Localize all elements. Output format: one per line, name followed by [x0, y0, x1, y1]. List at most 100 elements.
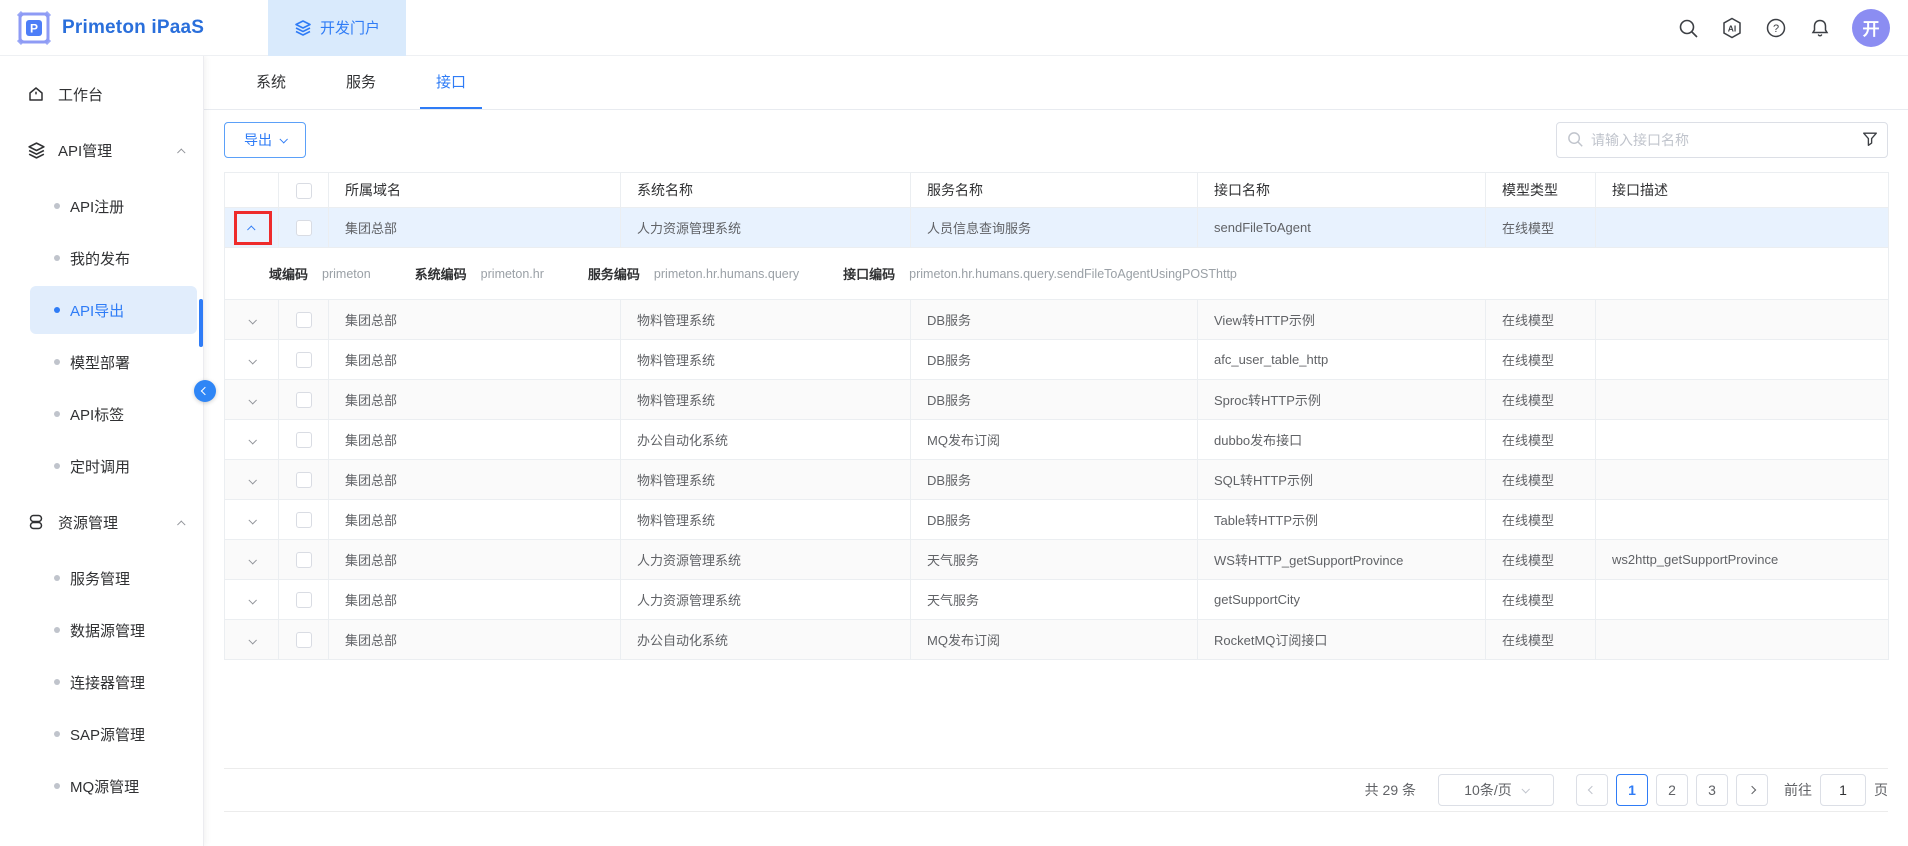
layers-icon [294, 19, 312, 37]
dot-icon [54, 203, 60, 209]
sidebar-item-service-mgmt[interactable]: 服务管理 [30, 554, 197, 602]
expand-row-icon[interactable] [249, 472, 255, 487]
row-checkbox[interactable] [296, 432, 312, 448]
expand-row-icon[interactable] [249, 432, 255, 447]
sidebar-item-label: MQ源管理 [70, 776, 139, 797]
sidebar-nav: 工作台 API管理 API注册 我的发布 API导出 模型部署 API标签 定时… [0, 56, 204, 846]
chevron-up-icon [179, 142, 203, 159]
row-checkbox[interactable] [296, 472, 312, 488]
sidebar-group-label: API管理 [58, 140, 167, 161]
row-checkbox[interactable] [296, 592, 312, 608]
collapse-row-icon[interactable] [249, 220, 255, 235]
table-row[interactable]: 集团总部 人力资源管理系统 天气服务 WS转HTTP_getSupportPro… [225, 540, 1889, 580]
help-icon[interactable]: ? [1764, 16, 1788, 40]
dot-icon [54, 783, 60, 789]
bell-icon[interactable] [1808, 16, 1832, 40]
tab-interface[interactable]: 接口 [420, 56, 482, 109]
sidebar-item-label: 连接器管理 [70, 672, 145, 693]
sidebar-collapse-button[interactable] [194, 380, 216, 402]
col-model: 模型类型 [1486, 173, 1596, 208]
table-row[interactable]: 集团总部 物料管理系统 DB服务 afc_user_table_http 在线模… [225, 340, 1889, 380]
sidebar-scroll-indicator[interactable] [199, 299, 203, 347]
portal-tab-dev[interactable]: 开发门户 [268, 0, 406, 56]
expand-row-icon[interactable] [249, 592, 255, 607]
expand-row-icon[interactable] [249, 552, 255, 567]
sidebar-item-datasource-mgmt[interactable]: 数据源管理 [30, 606, 197, 654]
row-checkbox[interactable] [296, 220, 312, 236]
table-row[interactable]: 集团总部 物料管理系统 DB服务 Table转HTTP示例 在线模型 [225, 500, 1889, 540]
page-size-select[interactable]: 10条/页 [1438, 774, 1554, 806]
table-row[interactable]: 集团总部 物料管理系统 DB服务 Sproc转HTTP示例 在线模型 [225, 380, 1889, 420]
total-count: 共 29 条 [1365, 780, 1416, 800]
col-service: 服务名称 [911, 173, 1198, 208]
table-row[interactable]: 集团总部 办公自动化系统 MQ发布订阅 RocketMQ订阅接口 在线模型 [225, 620, 1889, 660]
sidebar-item-label: 模型部署 [70, 352, 130, 373]
page-button-2[interactable]: 2 [1656, 774, 1688, 806]
sidebar-item-scheduled-call[interactable]: 定时调用 [30, 442, 197, 490]
sidebar-item-sap-source-mgmt[interactable]: SAP源管理 [30, 710, 197, 758]
sidebar-group-resource[interactable]: 资源管理 [0, 494, 203, 550]
system-code-value: primeton.hr [481, 267, 544, 281]
table-row[interactable]: 集团总部 办公自动化系统 MQ发布订阅 dubbo发布接口 在线模型 [225, 420, 1889, 460]
dot-icon [54, 359, 60, 365]
row-checkbox[interactable] [296, 552, 312, 568]
sidebar-item-api-register[interactable]: API注册 [30, 182, 197, 230]
page-size-value: 10条/页 [1464, 780, 1511, 800]
next-page-button[interactable] [1736, 774, 1768, 806]
sidebar-group-api[interactable]: API管理 [0, 122, 203, 178]
chevron-up-icon [179, 514, 203, 531]
select-all-checkbox[interactable] [296, 183, 312, 199]
domain-code-value: primeton [322, 267, 371, 281]
table-row[interactable]: 集团总部 人力资源管理系统 天气服务 getSupportCity 在线模型 [225, 580, 1889, 620]
row-checkbox[interactable] [296, 392, 312, 408]
service-code-label: 服务编码 [588, 264, 640, 283]
sidebar-item-api-export[interactable]: API导出 [30, 286, 197, 334]
chevron-right-icon [1748, 786, 1756, 794]
page-button-3[interactable]: 3 [1696, 774, 1728, 806]
goto-page-input[interactable] [1820, 774, 1866, 806]
export-button[interactable]: 导出 [224, 122, 306, 158]
sidebar-item-workbench[interactable]: 工作台 [0, 66, 203, 122]
sidebar-group-label: 资源管理 [58, 512, 167, 533]
sidebar-item-label: API注册 [70, 196, 124, 217]
table-row[interactable]: 集团总部 物料管理系统 DB服务 View转HTTP示例 在线模型 [225, 300, 1889, 340]
row-checkbox[interactable] [296, 352, 312, 368]
table-row[interactable]: 集团总部 人力资源管理系统 人员信息查询服务 sendFileToAgent 在… [225, 208, 1889, 248]
table-row[interactable]: 集团总部 物料管理系统 DB服务 SQL转HTTP示例 在线模型 [225, 460, 1889, 500]
row-checkbox[interactable] [296, 512, 312, 528]
filter-icon[interactable] [1861, 130, 1879, 148]
search-icon[interactable] [1676, 16, 1700, 40]
prev-page-button[interactable] [1576, 774, 1608, 806]
row-checkbox[interactable] [296, 312, 312, 328]
tab-system[interactable]: 系统 [240, 56, 302, 109]
app-title: Primeton iPaaS [62, 17, 204, 39]
col-api: 接口名称 [1198, 173, 1486, 208]
sidebar-item-model-deploy[interactable]: 模型部署 [30, 338, 197, 386]
dot-icon [54, 463, 60, 469]
expand-row-icon[interactable] [249, 512, 255, 527]
sidebar-item-mq-source-mgmt[interactable]: MQ源管理 [30, 762, 197, 810]
ai-icon[interactable]: AI [1720, 16, 1744, 40]
logo-icon: P [16, 10, 52, 46]
chevron-left-icon [201, 387, 209, 395]
toolbar: 导出 [204, 110, 1908, 168]
row-checkbox[interactable] [296, 632, 312, 648]
page-button-1[interactable]: 1 [1616, 774, 1648, 806]
sidebar-item-my-publish[interactable]: 我的发布 [30, 234, 197, 282]
tab-service[interactable]: 服务 [330, 56, 392, 109]
chevron-down-icon [279, 135, 287, 143]
chevron-left-icon [1588, 786, 1596, 794]
user-avatar[interactable]: 开 [1852, 9, 1890, 47]
sidebar-item-api-tags[interactable]: API标签 [30, 390, 197, 438]
row-expansion-detail: 域编码 primeton 系统编码 primeton.hr 服务编码 prime… [225, 248, 1889, 300]
expand-row-icon[interactable] [249, 312, 255, 327]
dot-icon [54, 255, 60, 261]
expand-row-icon[interactable] [249, 632, 255, 647]
col-desc: 接口描述 [1596, 173, 1889, 208]
server-icon [26, 512, 46, 532]
sidebar-item-connector-mgmt[interactable]: 连接器管理 [30, 658, 197, 706]
dot-icon [54, 731, 60, 737]
expand-row-icon[interactable] [249, 352, 255, 367]
search-input[interactable] [1556, 122, 1888, 158]
expand-row-icon[interactable] [249, 392, 255, 407]
